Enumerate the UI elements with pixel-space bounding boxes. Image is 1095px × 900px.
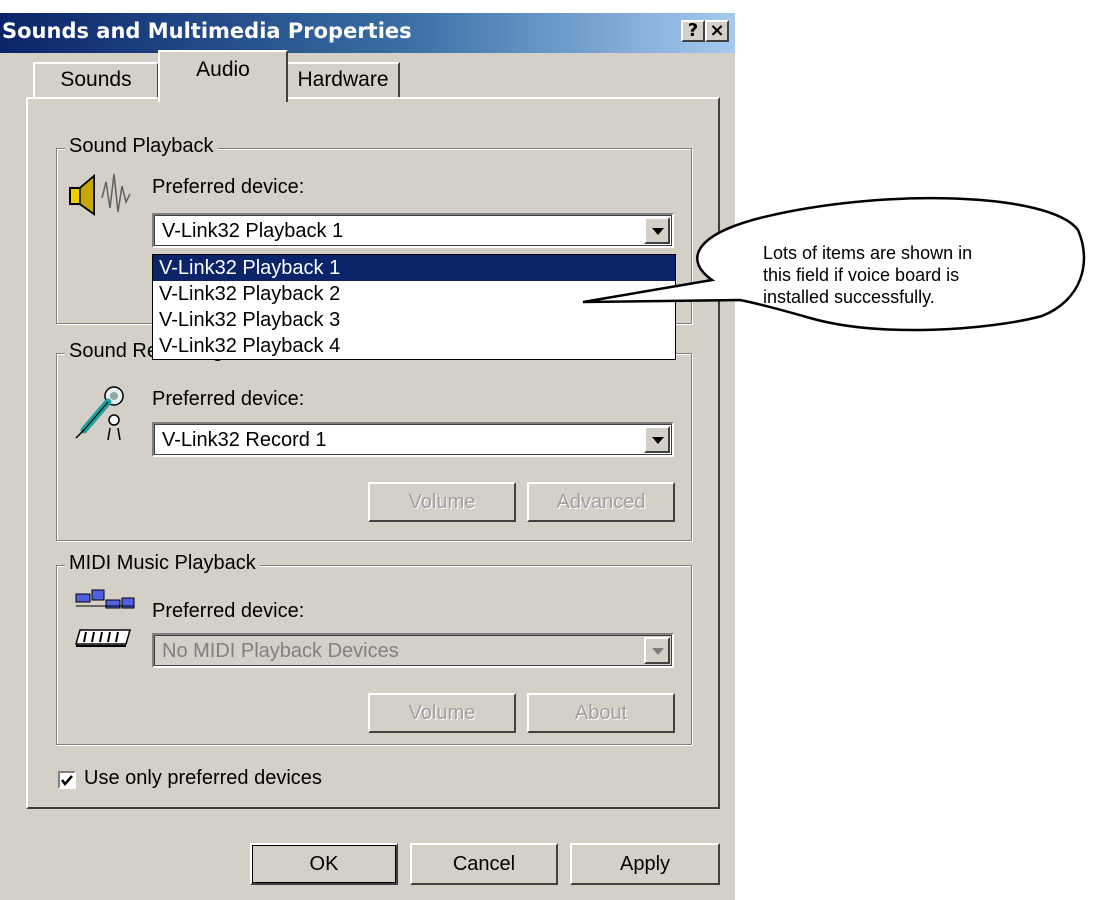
- cancel-button[interactable]: Cancel: [410, 843, 558, 885]
- playback-device-select[interactable]: V-Link32 Playback 1: [152, 213, 674, 248]
- midi-preferred-label: Preferred device:: [152, 600, 305, 622]
- dropdown-option[interactable]: V-Link32 Playback 4: [153, 333, 675, 359]
- chevron-down-icon[interactable]: [644, 637, 670, 664]
- ok-button[interactable]: OK: [250, 843, 398, 885]
- help-button[interactable]: ?: [681, 20, 705, 42]
- midi-playback-label: MIDI Music Playback: [65, 552, 260, 575]
- chevron-down-icon[interactable]: [644, 217, 670, 244]
- recording-preferred-label: Preferred device:: [152, 388, 305, 410]
- recording-device-select[interactable]: V-Link32 Record 1: [152, 422, 674, 457]
- close-button[interactable]: ×: [705, 20, 729, 42]
- midi-device-value: No MIDI Playback Devices: [162, 640, 399, 662]
- midi-device-select[interactable]: No MIDI Playback Devices: [152, 633, 674, 668]
- checkmark-icon: [61, 775, 73, 786]
- recording-advanced-button[interactable]: Advanced: [527, 482, 675, 522]
- microphone-icon: [75, 386, 124, 441]
- dropdown-option[interactable]: V-Link32 Playback 2: [153, 281, 675, 307]
- midi-volume-button[interactable]: Volume: [368, 693, 516, 733]
- dropdown-option[interactable]: V-Link32 Playback 3: [153, 307, 675, 333]
- tab-sounds[interactable]: Sounds: [33, 62, 159, 98]
- midi-about-button[interactable]: About: [527, 693, 675, 733]
- midi-keyboard-icon: [75, 589, 135, 647]
- recording-device-value: V-Link32 Record 1: [162, 429, 327, 451]
- sound-playback-label: Sound Playback: [65, 135, 218, 158]
- playback-device-dropdown[interactable]: V-Link32 Playback 1 V-Link32 Playback 2 …: [152, 254, 676, 360]
- chevron-down-icon[interactable]: [644, 426, 670, 453]
- use-preferred-label: Use only preferred devices: [84, 767, 322, 789]
- recording-volume-button[interactable]: Volume: [368, 482, 516, 522]
- tab-audio[interactable]: Audio: [158, 50, 288, 102]
- tab-hardware[interactable]: Hardware: [288, 62, 400, 98]
- speaker-icon: [69, 173, 131, 216]
- playback-preferred-label: Preferred device:: [152, 176, 305, 198]
- apply-button[interactable]: Apply: [570, 843, 720, 885]
- title-bar[interactable]: Sounds and Multimedia Properties ? ×: [0, 13, 735, 53]
- callout-text: Lots of items are shown in this field if…: [763, 243, 973, 307]
- playback-device-value: V-Link32 Playback 1: [162, 220, 344, 242]
- dropdown-option[interactable]: V-Link32 Playback 1: [153, 255, 675, 281]
- use-preferred-checkbox[interactable]: [58, 771, 76, 789]
- window-title: Sounds and Multimedia Properties: [2, 19, 412, 43]
